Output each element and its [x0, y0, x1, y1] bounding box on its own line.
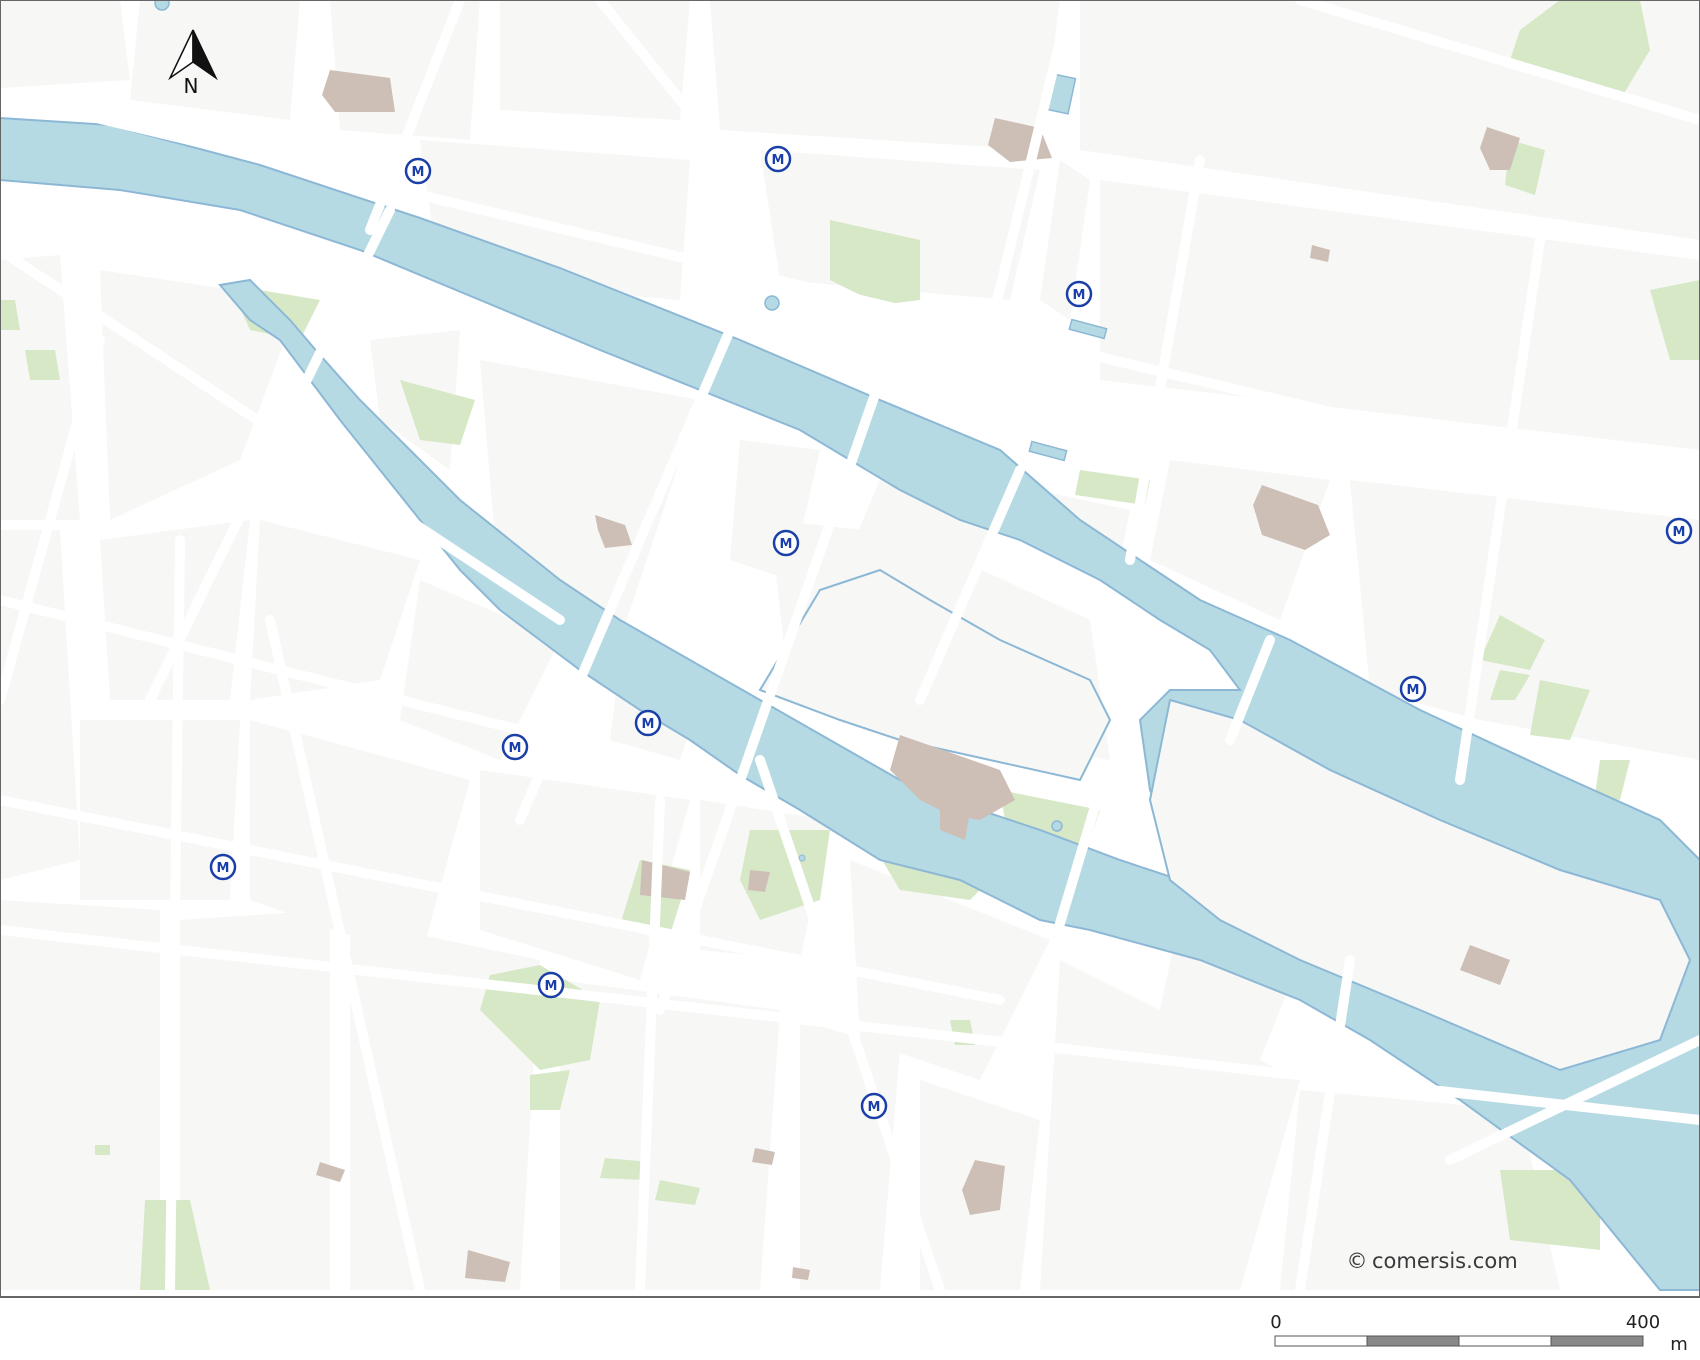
metro-station-icon[interactable]: M: [501, 733, 529, 761]
metro-station-icon[interactable]: M: [634, 709, 662, 737]
metro-station-label: M: [412, 165, 425, 180]
metro-station-label: M: [1073, 288, 1086, 303]
metro-station-label: M: [1407, 683, 1420, 698]
metro-station-label: M: [642, 717, 655, 732]
metro-station-icon[interactable]: M: [1399, 675, 1427, 703]
metro-station-label: M: [780, 537, 793, 552]
metro-station-label: M: [1673, 525, 1686, 540]
scale-unit-label: m: [1670, 1334, 1688, 1355]
copyright-icon: ©: [1347, 1249, 1368, 1273]
metro-station-icon[interactable]: M: [772, 529, 800, 557]
metro-station-icon[interactable]: M: [404, 157, 432, 185]
metro-station-icon[interactable]: M: [860, 1092, 888, 1120]
metro-station-label: M: [772, 153, 785, 168]
metro-station-icon[interactable]: M: [537, 971, 565, 999]
city-map[interactable]: N M M M M M M M M M M M © comersis.com 0 400 m: [0, 0, 1700, 1360]
metro-station-icon[interactable]: M: [1065, 280, 1093, 308]
attribution-label: comersis.com: [1372, 1249, 1518, 1273]
metro-station-label: M: [545, 979, 558, 994]
north-label: N: [184, 74, 199, 98]
metro-station-label: M: [217, 861, 230, 876]
scale-end-label: 400: [1626, 1312, 1660, 1333]
metro-station-label: M: [509, 741, 522, 756]
map-frame: [0, 0, 1700, 1295]
metro-station-icon[interactable]: M: [209, 853, 237, 881]
metro-station-icon[interactable]: M: [764, 145, 792, 173]
scale-start-label: 0: [1270, 1312, 1281, 1333]
metro-station-icon[interactable]: M: [1665, 517, 1693, 545]
metro-station-label: M: [868, 1100, 881, 1115]
attribution: © comersis.com: [1347, 1249, 1518, 1273]
